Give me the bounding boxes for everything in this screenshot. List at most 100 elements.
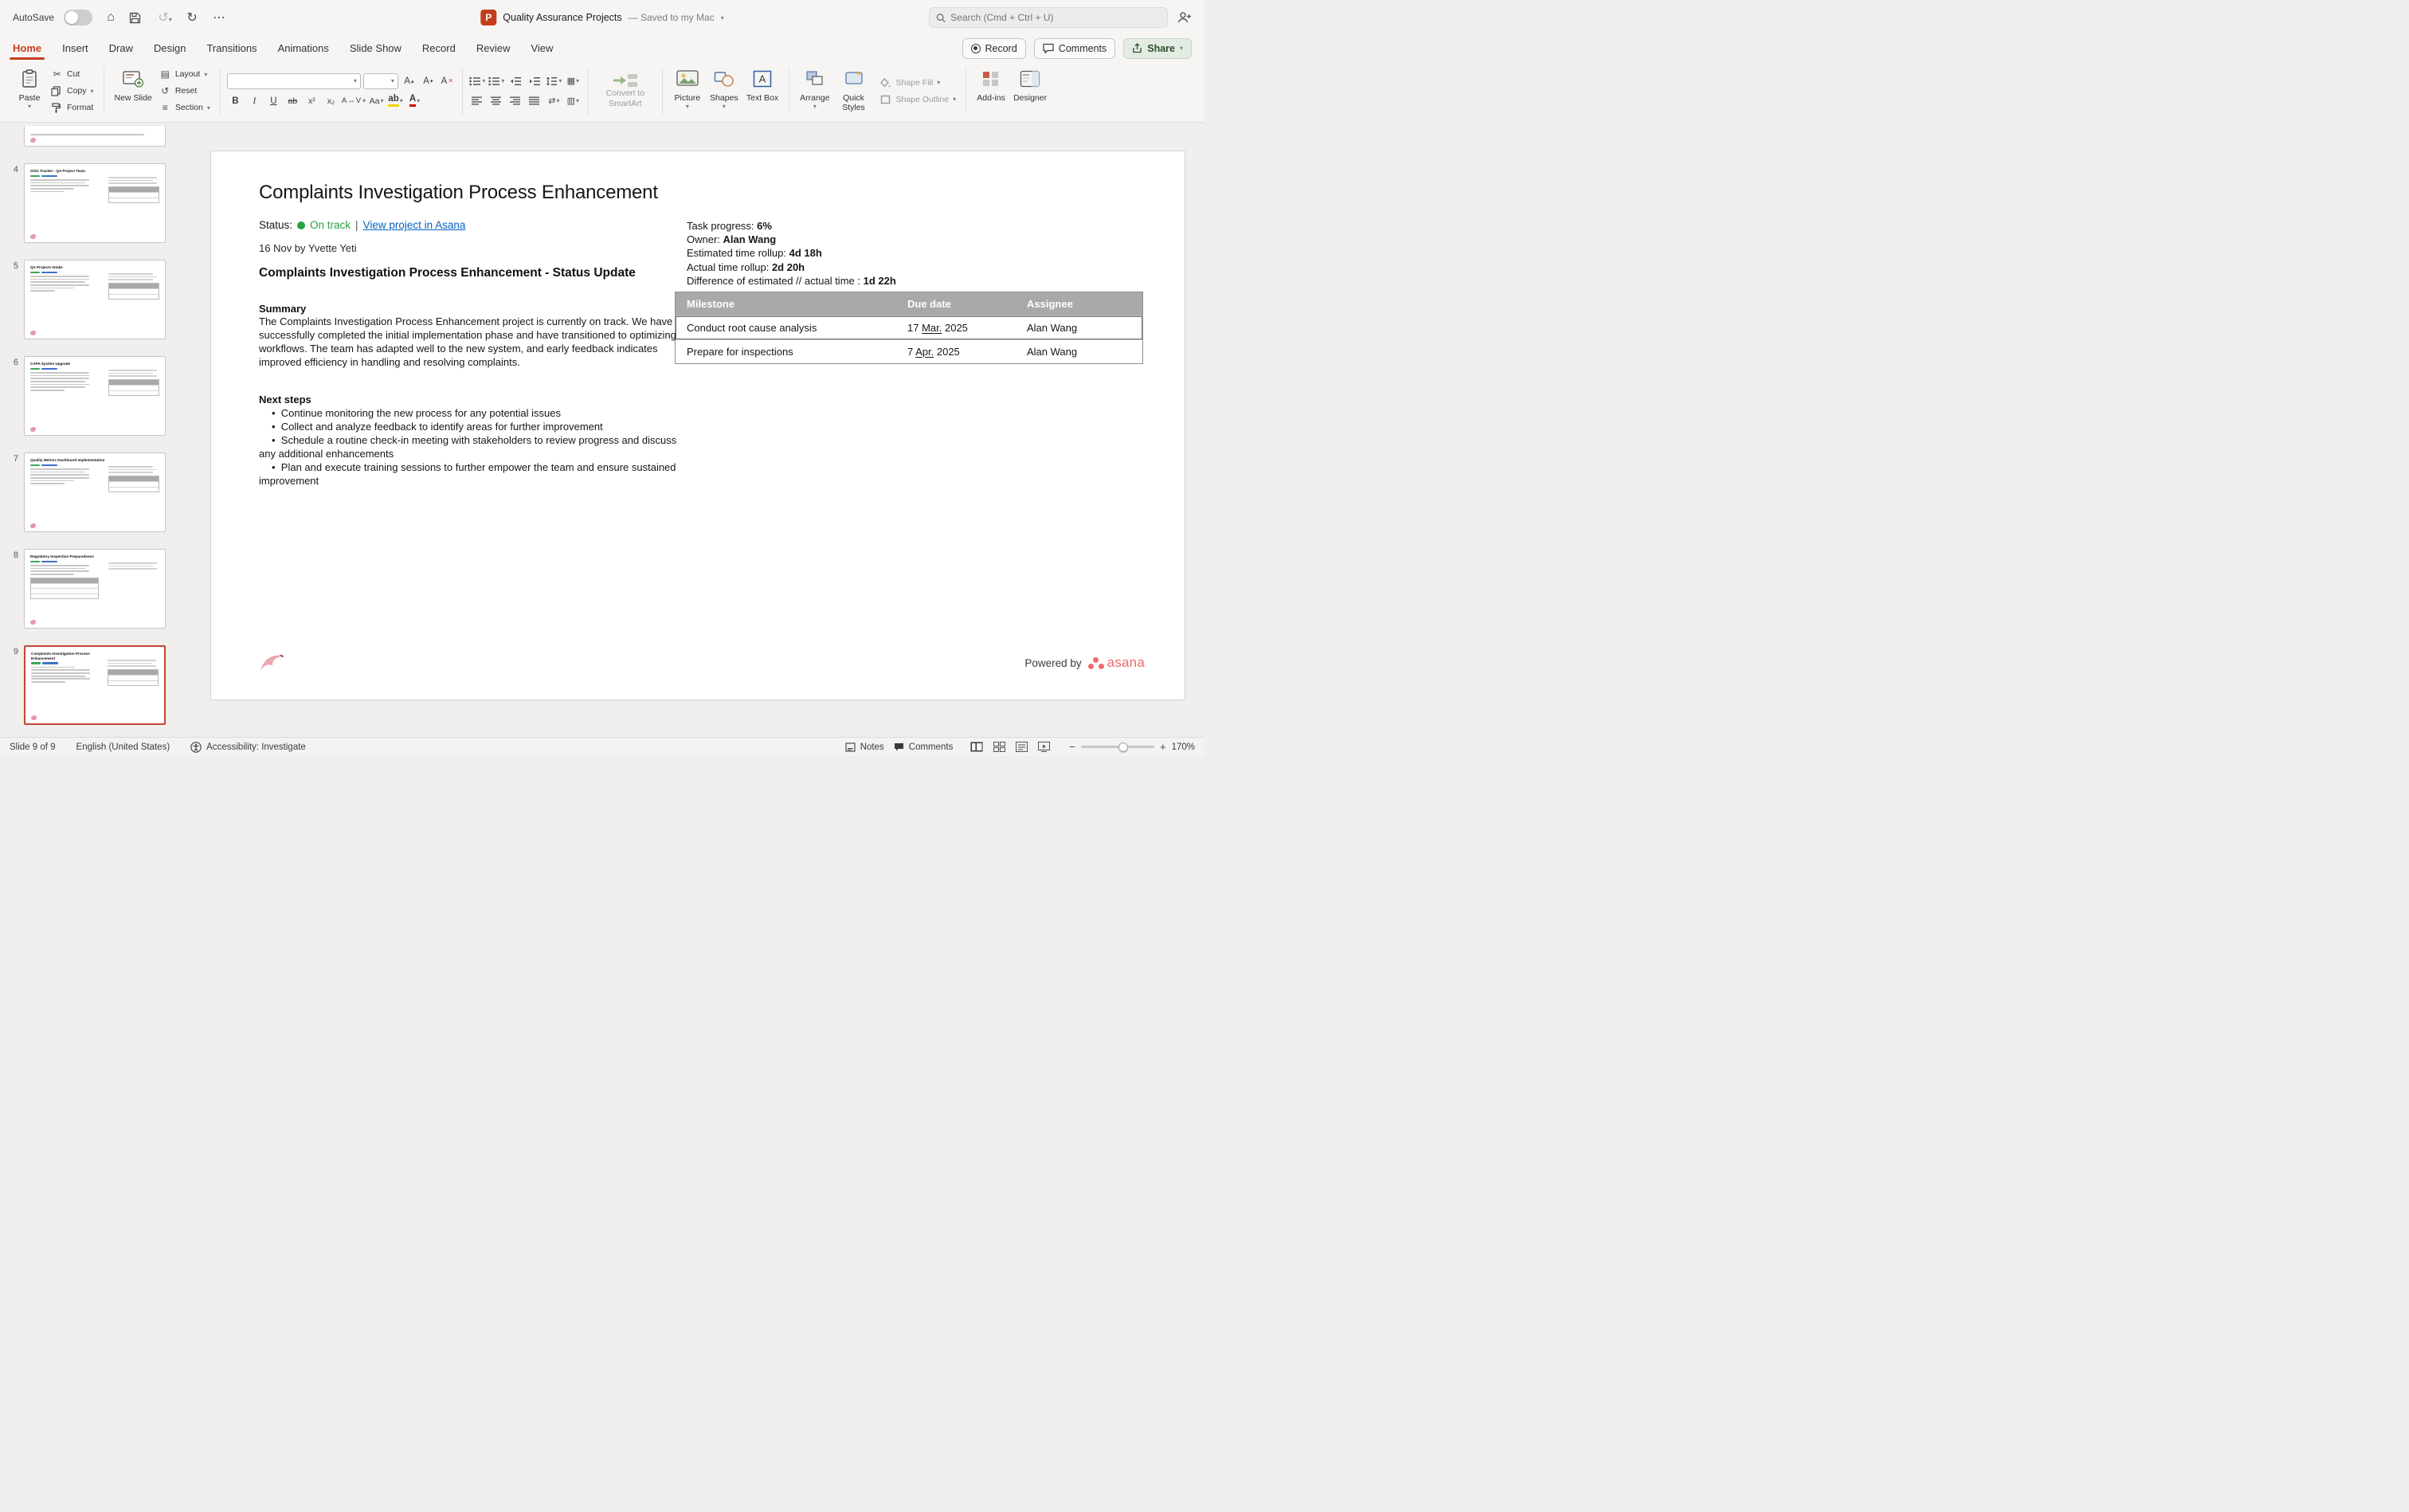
document-title-area[interactable]: P Quality Assurance Projects — Saved to … bbox=[480, 10, 723, 25]
comments-toggle-button[interactable]: Comments bbox=[894, 742, 954, 752]
align-center-button[interactable] bbox=[488, 93, 505, 109]
slide-thumbnail-4[interactable]: OOO Tracker - QA Project Team bbox=[24, 163, 166, 243]
bullets-button[interactable]: ▾ bbox=[469, 73, 486, 89]
underline-button[interactable]: U bbox=[265, 93, 282, 109]
addins-button[interactable]: Add-ins bbox=[973, 64, 1009, 118]
autosave-toggle[interactable] bbox=[64, 10, 92, 25]
arrange-button[interactable]: Arrange▾ bbox=[796, 64, 833, 118]
byline[interactable]: 16 Nov by Yvette Yeti bbox=[259, 242, 357, 254]
table-row[interactable]: Conduct root cause analysis 17 Mar. 2025… bbox=[676, 315, 1142, 339]
layout-button[interactable]: ▤Layout▾ bbox=[156, 67, 213, 81]
save-icon[interactable] bbox=[129, 12, 147, 24]
clear-formatting-button[interactable]: A✕ bbox=[439, 73, 456, 89]
undo-icon[interactable]: ↺▾ bbox=[156, 10, 174, 25]
decrease-font-size-button[interactable]: A▾ bbox=[420, 73, 437, 89]
shapes-button[interactable]: Shapes▾ bbox=[706, 64, 742, 118]
shape-fill-button[interactable]: Shape Fill▾ bbox=[877, 76, 960, 90]
paste-button[interactable]: Paste▾ bbox=[11, 64, 48, 118]
tab-view[interactable]: View bbox=[531, 35, 553, 61]
slide-title[interactable]: Complaints Investigation Process Enhance… bbox=[259, 182, 658, 204]
format-painter-button[interactable]: Format bbox=[48, 100, 97, 115]
strikethrough-button[interactable]: ab bbox=[284, 93, 301, 109]
text-direction-button[interactable]: ⇄▾ bbox=[546, 93, 562, 109]
slide-thumbnail-partial[interactable] bbox=[24, 126, 166, 147]
slide-thumbnail-9[interactable]: Complaints Investigation Process Enhance… bbox=[24, 645, 166, 725]
share-button[interactable]: Share ▾ bbox=[1123, 38, 1192, 59]
increase-indent-button[interactable] bbox=[527, 73, 543, 89]
line-spacing-button[interactable]: ▾ bbox=[546, 73, 562, 89]
quick-styles-button[interactable]: Quick Styles bbox=[834, 64, 874, 118]
change-case-button[interactable]: Aa▾ bbox=[368, 93, 385, 109]
tab-transitions[interactable]: Transitions bbox=[206, 35, 257, 61]
tab-insert[interactable]: Insert bbox=[62, 35, 88, 61]
status-line[interactable]: Status: On track | View project in Asana bbox=[259, 219, 465, 231]
decrease-indent-button[interactable] bbox=[507, 73, 524, 89]
section-button[interactable]: ≡Section▾ bbox=[156, 100, 213, 115]
table-row[interactable]: Prepare for inspections 7 Apr. 2025 Alan… bbox=[676, 339, 1142, 363]
italic-button[interactable]: I bbox=[246, 93, 263, 109]
slide-thumbnail-5[interactable]: QA Projects Intake bbox=[24, 260, 166, 339]
font-color-button[interactable]: A▾ bbox=[406, 93, 423, 109]
new-slide-button[interactable]: New Slide bbox=[111, 64, 156, 118]
zoom-in-button[interactable]: + bbox=[1160, 741, 1166, 753]
slide-thumbnail-8[interactable]: Regulatory Inspection Preparedness bbox=[24, 549, 166, 629]
numbering-button[interactable]: ▾ bbox=[488, 73, 505, 89]
home-icon[interactable]: ⌂ bbox=[102, 10, 119, 25]
text-box-button[interactable]: A Text Box bbox=[742, 64, 782, 118]
meta-block[interactable]: Task progress: 6% Owner: Alan Wang Estim… bbox=[687, 219, 896, 288]
search-input[interactable] bbox=[950, 12, 1161, 23]
tab-record[interactable]: Record bbox=[422, 35, 456, 61]
character-spacing-button[interactable]: A↔V▾ bbox=[342, 93, 366, 109]
chevron-down-icon[interactable]: ▾ bbox=[721, 14, 724, 22]
columns-button[interactable]: ▦▾ bbox=[565, 73, 582, 89]
slide-thumbnail-6[interactable]: CAPA System Upgrade bbox=[24, 356, 166, 436]
redo-icon[interactable]: ↻ bbox=[183, 10, 201, 25]
reset-button[interactable]: ↺Reset bbox=[156, 84, 213, 98]
next-steps-list[interactable]: Continue monitoring the new process for … bbox=[259, 406, 689, 488]
search-box[interactable] bbox=[929, 7, 1168, 28]
align-left-button[interactable] bbox=[469, 93, 486, 109]
zoom-percentage[interactable]: 170% bbox=[1172, 742, 1195, 752]
bold-button[interactable]: B bbox=[227, 93, 244, 109]
slide-canvas[interactable]: Complaints Investigation Process Enhance… bbox=[191, 123, 1204, 737]
presence-icon[interactable] bbox=[1177, 11, 1192, 24]
accessibility-status[interactable]: Accessibility: Investigate bbox=[190, 742, 306, 753]
slide[interactable]: Complaints Investigation Process Enhance… bbox=[211, 151, 1185, 699]
summary-paragraph[interactable]: The Complaints Investigation Process Enh… bbox=[259, 315, 683, 369]
zoom-slider[interactable] bbox=[1081, 746, 1154, 748]
asana-project-link[interactable]: View project in Asana bbox=[363, 219, 466, 231]
subscript-button[interactable]: x₂ bbox=[323, 93, 339, 109]
normal-view-button[interactable] bbox=[969, 740, 985, 754]
zoom-out-button[interactable]: − bbox=[1069, 741, 1075, 753]
tab-home[interactable]: Home bbox=[13, 35, 41, 61]
next-steps-heading[interactable]: Next steps bbox=[259, 394, 311, 405]
language-indicator[interactable]: English (United States) bbox=[76, 742, 170, 752]
reading-view-button[interactable] bbox=[1013, 740, 1029, 754]
align-right-button[interactable] bbox=[507, 93, 524, 109]
slide-thumbnail-7[interactable]: Quality Metrics Dashboard Implementation bbox=[24, 452, 166, 532]
slide-sorter-button[interactable] bbox=[991, 740, 1007, 754]
zoom-slider-knob[interactable] bbox=[1118, 742, 1128, 752]
justify-button[interactable] bbox=[527, 93, 543, 109]
picture-button[interactable]: Picture▾ bbox=[669, 64, 706, 118]
font-name-select[interactable]: ▾ bbox=[227, 73, 361, 89]
slideshow-button[interactable] bbox=[1036, 740, 1052, 754]
section-heading[interactable]: Complaints Investigation Process Enhance… bbox=[259, 264, 640, 281]
designer-button[interactable]: Designer bbox=[1009, 64, 1051, 118]
increase-font-size-button[interactable]: A▴ bbox=[401, 73, 417, 89]
font-size-select[interactable]: ▾ bbox=[363, 73, 398, 89]
tab-design[interactable]: Design bbox=[154, 35, 186, 61]
thumbnail-panel[interactable]: 4 OOO Tracker - QA Project Team 5 QA Pro… bbox=[0, 123, 191, 737]
align-text-button[interactable]: ▥▾ bbox=[565, 93, 582, 109]
tab-animations[interactable]: Animations bbox=[278, 35, 329, 61]
cut-button[interactable]: ✂Cut bbox=[48, 67, 97, 81]
milestone-table[interactable]: Milestone Due date Assignee Conduct root… bbox=[675, 292, 1143, 364]
tab-review[interactable]: Review bbox=[476, 35, 511, 61]
tab-slide-show[interactable]: Slide Show bbox=[350, 35, 402, 61]
superscript-button[interactable]: x² bbox=[304, 93, 320, 109]
text-highlight-button[interactable]: ab▾ bbox=[387, 93, 404, 109]
convert-smartart-button[interactable]: Convert to SmartArt bbox=[595, 64, 656, 118]
copy-button[interactable]: Copy▾ bbox=[48, 84, 97, 98]
shape-outline-button[interactable]: Shape Outline▾ bbox=[877, 92, 960, 107]
summary-heading[interactable]: Summary bbox=[259, 303, 306, 315]
